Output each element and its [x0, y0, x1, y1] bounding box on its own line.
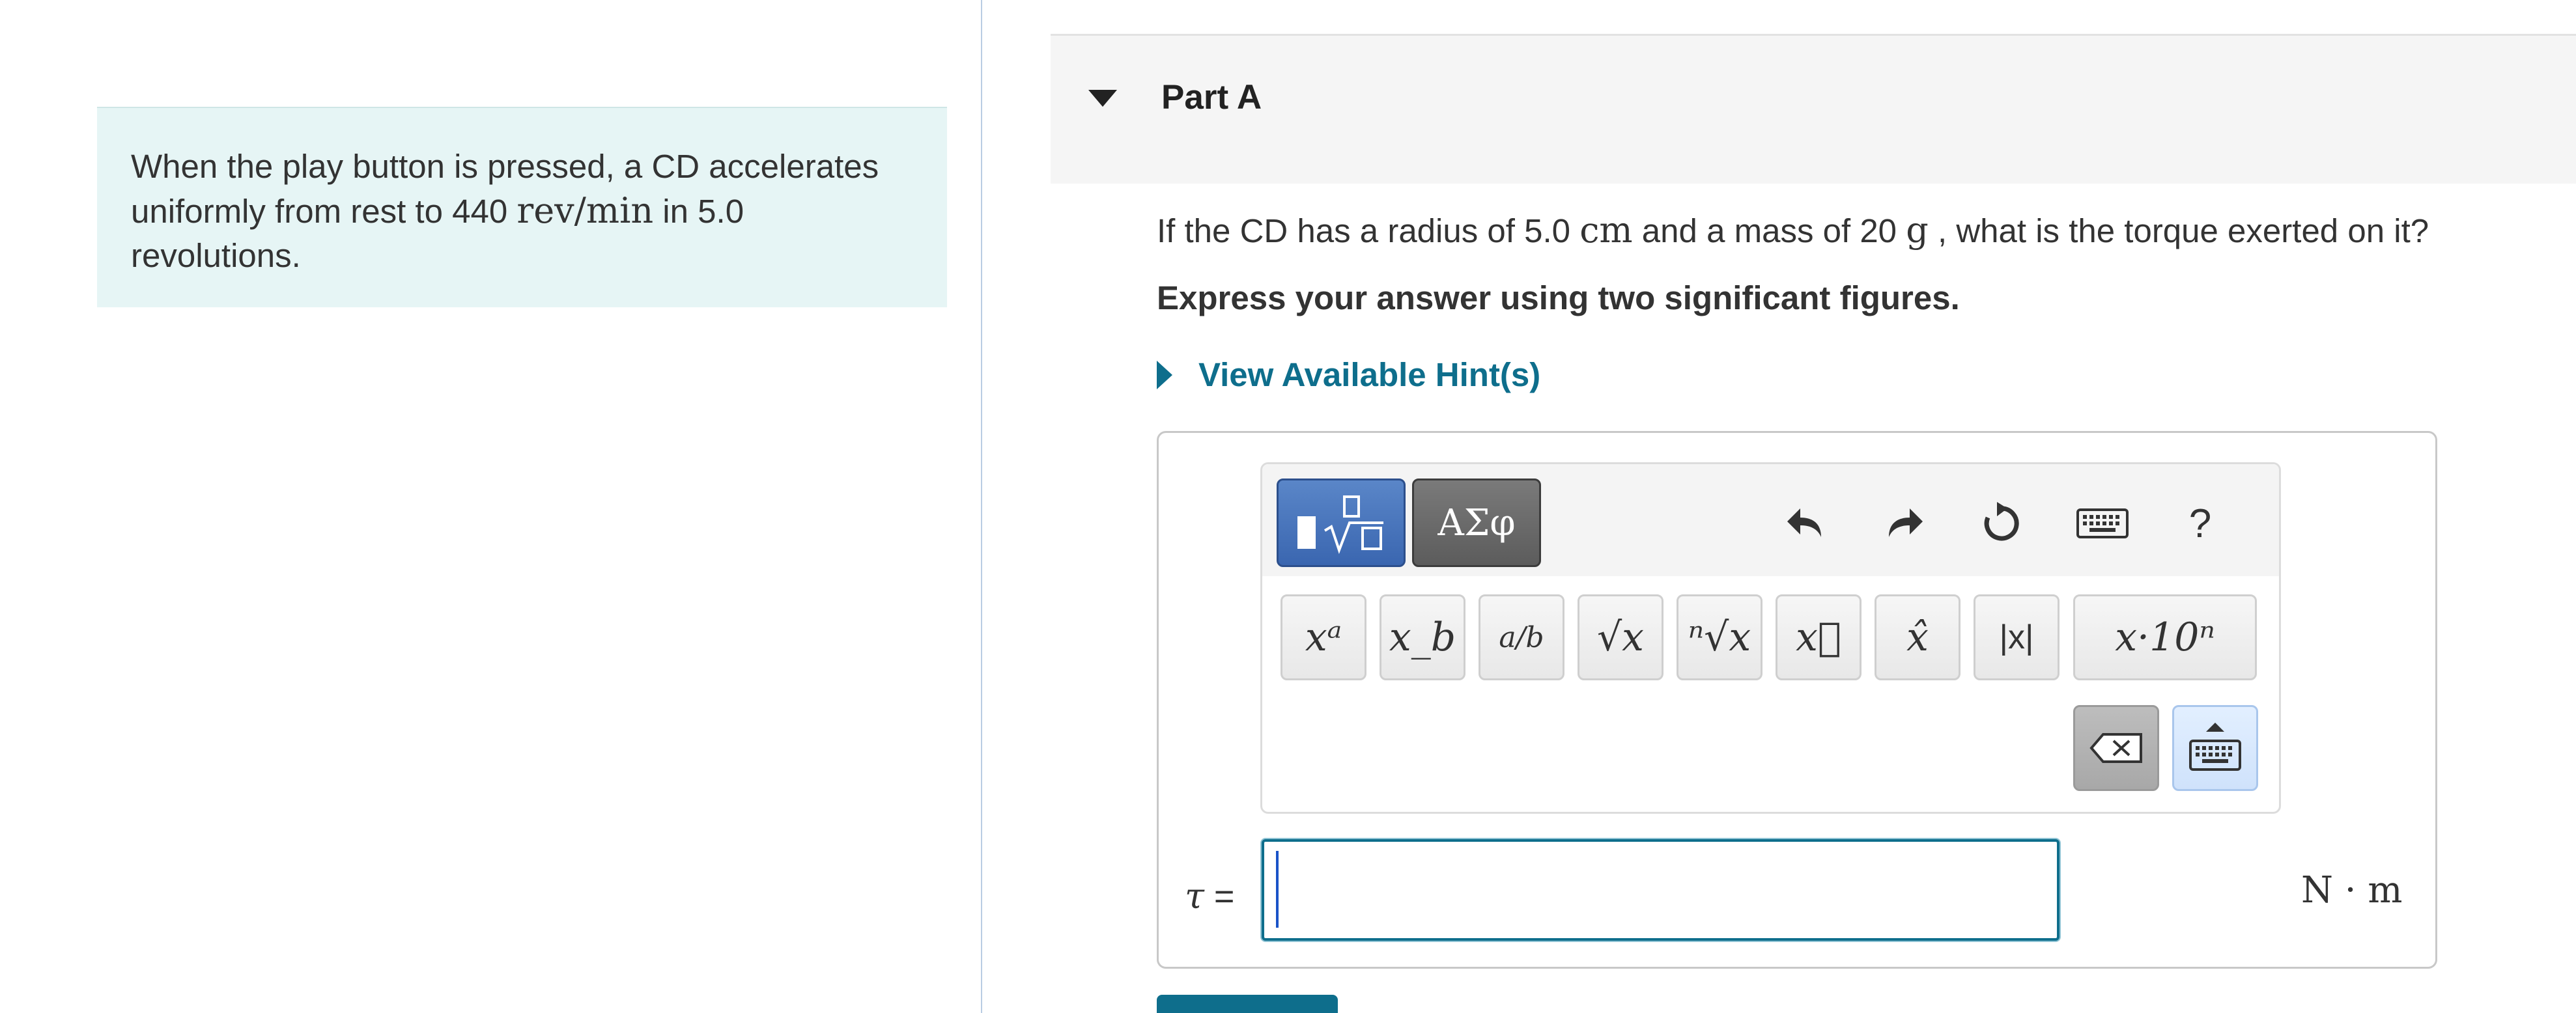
nth-root-template-button[interactable]: ⁿ√x	[1677, 594, 1762, 680]
keyboard-toggle-icon	[2189, 723, 2241, 771]
submit-button[interactable]	[1157, 995, 1338, 1013]
answer-units: N · m	[2301, 869, 2403, 911]
help-button[interactable]: ?	[2171, 494, 2229, 553]
subscript-template-button[interactable]: x_b	[1380, 594, 1465, 680]
problem-unit: rev/min	[517, 190, 654, 231]
problem-statement: When the play button is pressed, a CD ac…	[97, 107, 947, 307]
problem-text-before: When the play button is pressed, a CD ac…	[131, 148, 879, 230]
question-text: If the CD has a radius of 5.0 cm and a m…	[1157, 210, 2429, 251]
reset-icon[interactable]	[1972, 494, 2031, 553]
vector-template-button[interactable]: x⃗	[1776, 594, 1861, 680]
scientific-notation-template-button[interactable]: x·10ⁿ	[2073, 594, 2257, 680]
backspace-icon	[2089, 733, 2142, 763]
superscript-template-button[interactable]: xᵃ	[1281, 594, 1366, 680]
fraction-template-button[interactable]: a/b	[1479, 594, 1564, 680]
templates-icon	[1297, 495, 1383, 554]
show-keyboard-button[interactable]	[2172, 705, 2258, 791]
backspace-button[interactable]	[2073, 705, 2159, 791]
part-title: Part A	[1161, 78, 1262, 117]
templates-mode-button[interactable]	[1277, 479, 1406, 567]
collapse-caret-icon[interactable]	[1088, 90, 1117, 107]
answer-instruction: Express your answer using two significan…	[1157, 279, 1960, 316]
symbols-label: ΑΣφ	[1437, 501, 1516, 544]
view-hints-link[interactable]: View Available Hint(s)	[1157, 355, 1540, 394]
redo-icon[interactable]	[1875, 494, 1933, 553]
answer-input[interactable]	[1262, 839, 2059, 941]
symbols-mode-button[interactable]: ΑΣφ	[1412, 479, 1541, 567]
answer-box: ΑΣφ ? xᵃ x_b a/b √x ⁿ√x x⃗ x̂ |x| x·10ⁿ …	[1157, 431, 2437, 969]
problem-intro-panel: When the play button is pressed, a CD ac…	[0, 0, 982, 1013]
expand-caret-icon	[1157, 360, 1172, 389]
unit-vector-template-button[interactable]: x̂	[1875, 594, 1960, 680]
answer-variable-label: τ =	[1185, 876, 1235, 917]
hints-label[interactable]: View Available Hint(s)	[1198, 355, 1540, 394]
absolute-value-template-button[interactable]: |x|	[1974, 594, 2059, 680]
keyboard-icon[interactable]	[2073, 494, 2132, 553]
sqrt-template-button[interactable]: √x	[1578, 594, 1663, 680]
text-cursor	[1276, 851, 1279, 928]
math-toolbar: ΑΣφ ? xᵃ x_b a/b √x ⁿ√x x⃗ x̂ |x| x·10ⁿ	[1260, 462, 2281, 814]
part-a-header[interactable]: Part A	[1051, 34, 2576, 184]
undo-icon[interactable]	[1777, 494, 1835, 553]
